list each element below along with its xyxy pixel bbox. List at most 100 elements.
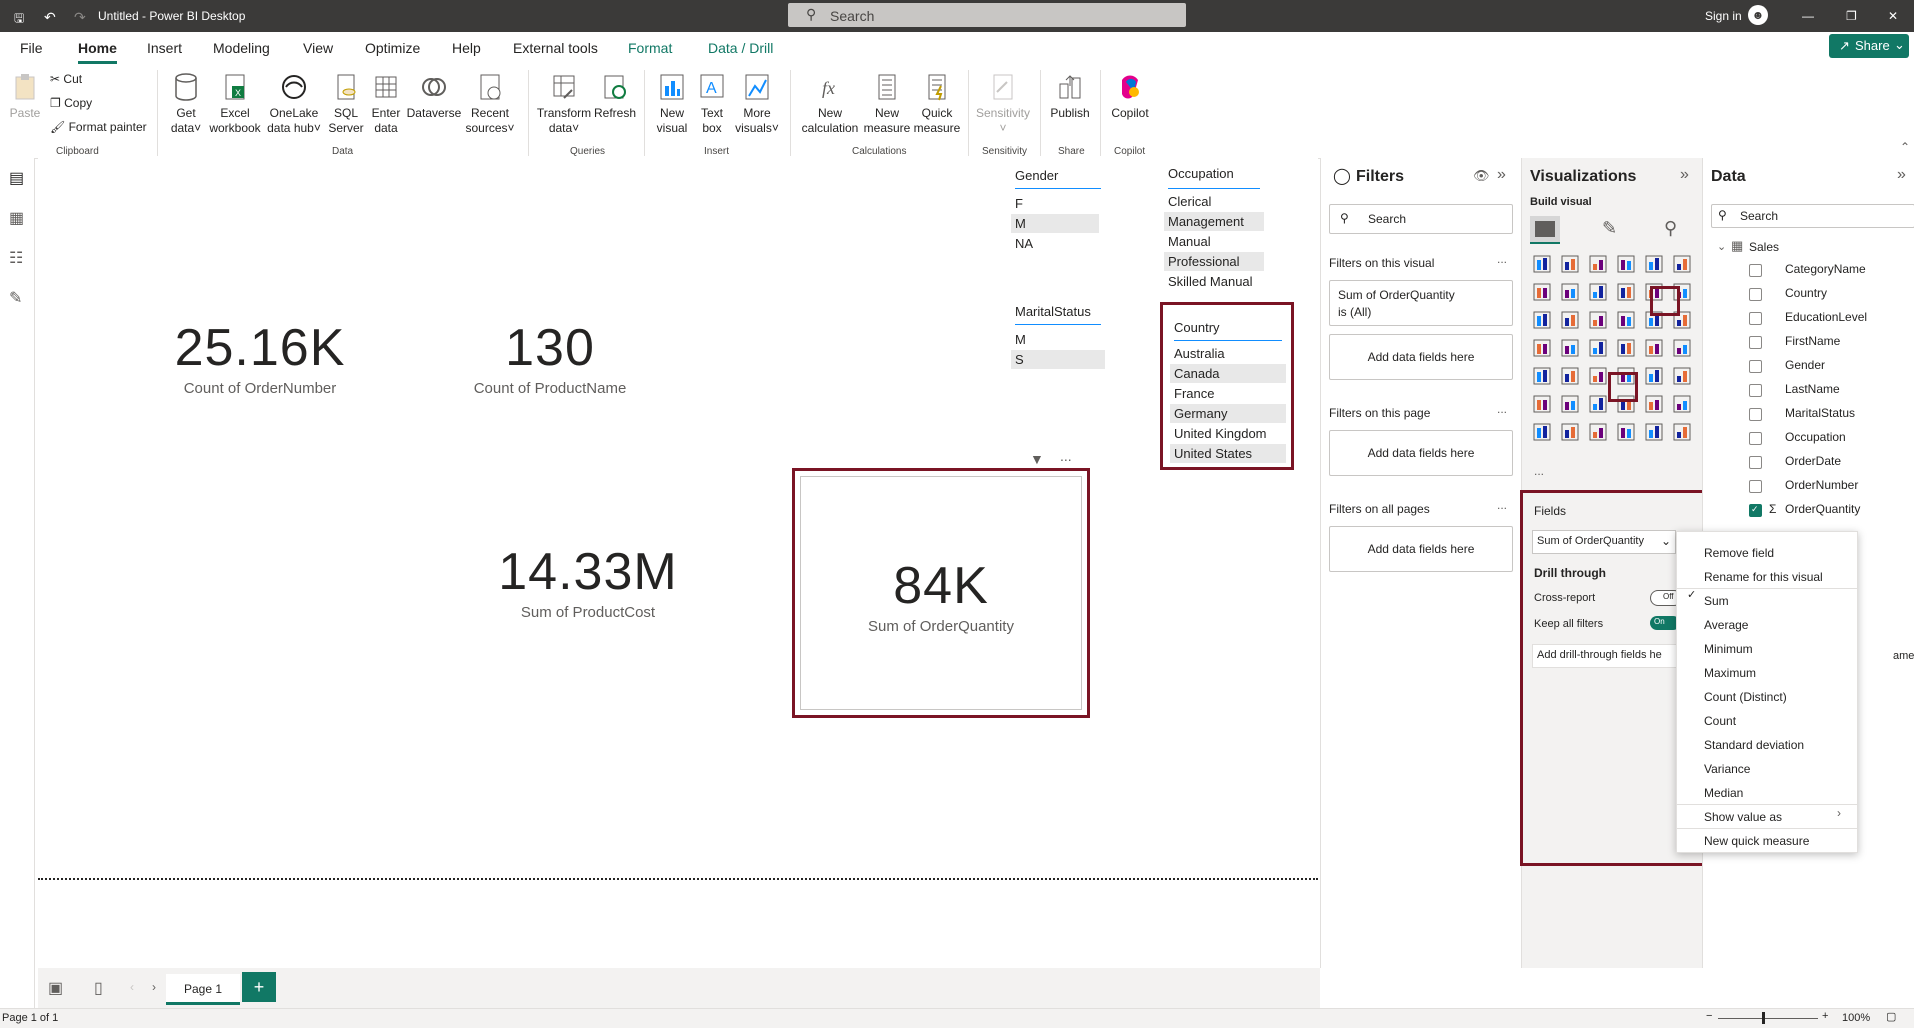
field-checkbox[interactable] bbox=[1749, 384, 1762, 397]
publish-button[interactable]: Publish bbox=[1048, 72, 1092, 121]
visual-filter-card[interactable]: Sum of OrderQuantity is (All) bbox=[1329, 280, 1513, 326]
text-box-button[interactable]: A Text box bbox=[694, 72, 730, 136]
field-item[interactable]: Occupation bbox=[1785, 430, 1846, 444]
field-item[interactable]: Gender bbox=[1785, 358, 1825, 372]
card-sum-productcost[interactable]: 14.33M Sum of ProductCost bbox=[468, 542, 708, 621]
quick-measure-button[interactable]: Quick measure bbox=[912, 72, 962, 136]
context-menu-item[interactable]: Count bbox=[1704, 714, 1736, 728]
more-options-icon[interactable]: ... bbox=[1060, 448, 1072, 464]
sign-in-link[interactable]: Sign in bbox=[1705, 9, 1742, 23]
slicer-item[interactable]: Skilled Manual bbox=[1164, 272, 1268, 291]
pie-icon[interactable] bbox=[1616, 310, 1636, 330]
field-item[interactable]: OrderNumber bbox=[1785, 478, 1858, 492]
dataverse-button[interactable]: Dataverse bbox=[406, 72, 462, 121]
stacked-column-icon[interactable] bbox=[1560, 254, 1580, 274]
tab-home[interactable]: Home bbox=[78, 40, 117, 64]
add-data-fields-visual[interactable]: Add data fields here bbox=[1329, 334, 1513, 380]
slicer-item[interactable]: Professional bbox=[1164, 252, 1264, 271]
key-influencers-icon[interactable] bbox=[1560, 394, 1580, 414]
diamond-icon[interactable] bbox=[1644, 422, 1664, 442]
field-item[interactable]: FirstName bbox=[1785, 334, 1840, 348]
narrative-icon[interactable] bbox=[1644, 394, 1664, 414]
field-checkbox[interactable] bbox=[1749, 336, 1762, 349]
slicer-item[interactable]: Manual bbox=[1164, 232, 1264, 251]
excel-workbook-button[interactable]: X Excel workbook bbox=[208, 72, 262, 136]
field-item[interactable]: OrderDate bbox=[1785, 454, 1841, 468]
context-menu-item[interactable]: Average bbox=[1704, 618, 1748, 632]
slicer-item[interactable]: NA bbox=[1011, 234, 1099, 253]
onelake-button[interactable]: OneLake data hub˅ bbox=[264, 72, 324, 136]
analytics-icon[interactable]: ⚲ bbox=[1664, 218, 1677, 239]
stacked-area-icon[interactable] bbox=[1588, 282, 1608, 302]
slicer-item[interactable]: United States bbox=[1170, 444, 1286, 463]
slicer-item[interactable]: M bbox=[1011, 330, 1105, 349]
field-checkbox[interactable] bbox=[1749, 432, 1762, 445]
scatter-icon[interactable] bbox=[1588, 310, 1608, 330]
model-view-icon[interactable]: ☷ bbox=[9, 248, 23, 268]
zoom-in-icon[interactable]: + bbox=[1822, 1010, 1828, 1022]
power-automate-icon[interactable] bbox=[1588, 422, 1608, 442]
card-count-productname[interactable]: 130 Count of ProductName bbox=[430, 318, 670, 397]
field-checkbox[interactable] bbox=[1749, 456, 1762, 469]
save-icon[interactable]: 🖫 bbox=[14, 9, 24, 30]
recent-sources-button[interactable]: Recent sources˅ bbox=[464, 72, 516, 136]
chevron-down-icon[interactable]: ⌄ bbox=[1717, 240, 1726, 253]
tab-insert[interactable]: Insert bbox=[147, 40, 182, 56]
data-search[interactable]: ⚲ Search bbox=[1711, 204, 1914, 228]
chevron-right-icon[interactable]: › bbox=[152, 980, 156, 994]
close-icon[interactable]: ✕ bbox=[1888, 9, 1898, 23]
tab-optimize[interactable]: Optimize bbox=[365, 40, 420, 56]
context-menu-item[interactable]: Variance bbox=[1704, 762, 1750, 776]
slicer-item[interactable]: F bbox=[1011, 194, 1099, 213]
table-view-icon[interactable]: ▦ bbox=[9, 208, 24, 228]
new-visual-button[interactable]: New visual bbox=[652, 72, 692, 136]
context-menu-item[interactable]: New quick measure bbox=[1704, 834, 1809, 848]
drill-through-well[interactable]: Add drill-through fields he bbox=[1532, 644, 1682, 668]
field-item[interactable]: CategoryName bbox=[1785, 262, 1866, 276]
slicer-item[interactable]: Canada bbox=[1170, 364, 1286, 383]
filled-map-icon[interactable] bbox=[1560, 338, 1580, 358]
kpi-icon[interactable] bbox=[1560, 366, 1580, 386]
undo-icon[interactable]: ↶ bbox=[44, 9, 56, 26]
field-checkbox[interactable] bbox=[1749, 264, 1762, 277]
restore-icon[interactable]: ❐ bbox=[1846, 9, 1857, 23]
share-button[interactable]: ↗ Share ⌄ bbox=[1829, 34, 1909, 58]
add-data-fields-page[interactable]: Add data fields here bbox=[1329, 430, 1513, 476]
zoom-slider-thumb[interactable] bbox=[1762, 1012, 1765, 1024]
100-area-icon[interactable] bbox=[1616, 282, 1636, 302]
more-visuals-button[interactable]: More visuals˅ bbox=[734, 72, 780, 136]
copilot-button[interactable]: Copilot bbox=[1108, 72, 1152, 121]
gauge-icon[interactable] bbox=[1644, 338, 1664, 358]
100-bar-icon[interactable] bbox=[1644, 254, 1664, 274]
line-icon[interactable] bbox=[1532, 282, 1552, 302]
tab-help[interactable]: Help bbox=[452, 40, 481, 56]
slicer-item[interactable]: Management bbox=[1164, 212, 1264, 231]
tab-format[interactable]: Format bbox=[628, 40, 672, 56]
add-data-fields-all[interactable]: Add data fields here bbox=[1329, 526, 1513, 572]
new-measure-button[interactable]: New measure bbox=[862, 72, 912, 136]
dax-view-icon[interactable]: ✎ bbox=[9, 288, 22, 308]
context-menu-item[interactable]: Remove field bbox=[1704, 546, 1774, 560]
copy-button[interactable]: ❐ Copy bbox=[50, 96, 92, 111]
tab-view[interactable]: View bbox=[303, 40, 333, 56]
power-apps-icon[interactable] bbox=[1560, 422, 1580, 442]
desktop-layout-icon[interactable]: ▣ bbox=[48, 978, 63, 998]
slicer-item[interactable]: Clerical bbox=[1164, 192, 1264, 211]
context-menu-item[interactable]: Sum bbox=[1704, 594, 1729, 608]
sql-server-button[interactable]: SQL Server bbox=[326, 72, 366, 136]
slicer-item[interactable]: M bbox=[1011, 214, 1099, 233]
eye-icon[interactable]: 👁 bbox=[1473, 168, 1490, 184]
tab-external-tools[interactable]: External tools bbox=[513, 40, 598, 56]
field-item[interactable]: OrderQuantity bbox=[1785, 502, 1860, 516]
field-item[interactable]: LastName bbox=[1785, 382, 1840, 396]
avatar[interactable]: ☻ bbox=[1748, 5, 1768, 25]
build-visual-tab[interactable] bbox=[1530, 216, 1560, 244]
field-checkbox[interactable] bbox=[1749, 408, 1762, 421]
collapse-ribbon-icon[interactable]: ⌃ bbox=[1900, 140, 1910, 154]
table-name[interactable]: Sales bbox=[1749, 240, 1779, 254]
matrix-icon[interactable] bbox=[1644, 366, 1664, 386]
context-menu-item[interactable]: Show value as bbox=[1704, 810, 1782, 824]
transform-data-button[interactable]: Transform data˅ bbox=[536, 72, 592, 136]
tab-file[interactable]: File bbox=[20, 40, 43, 56]
stacked-bar-icon[interactable] bbox=[1532, 254, 1552, 274]
